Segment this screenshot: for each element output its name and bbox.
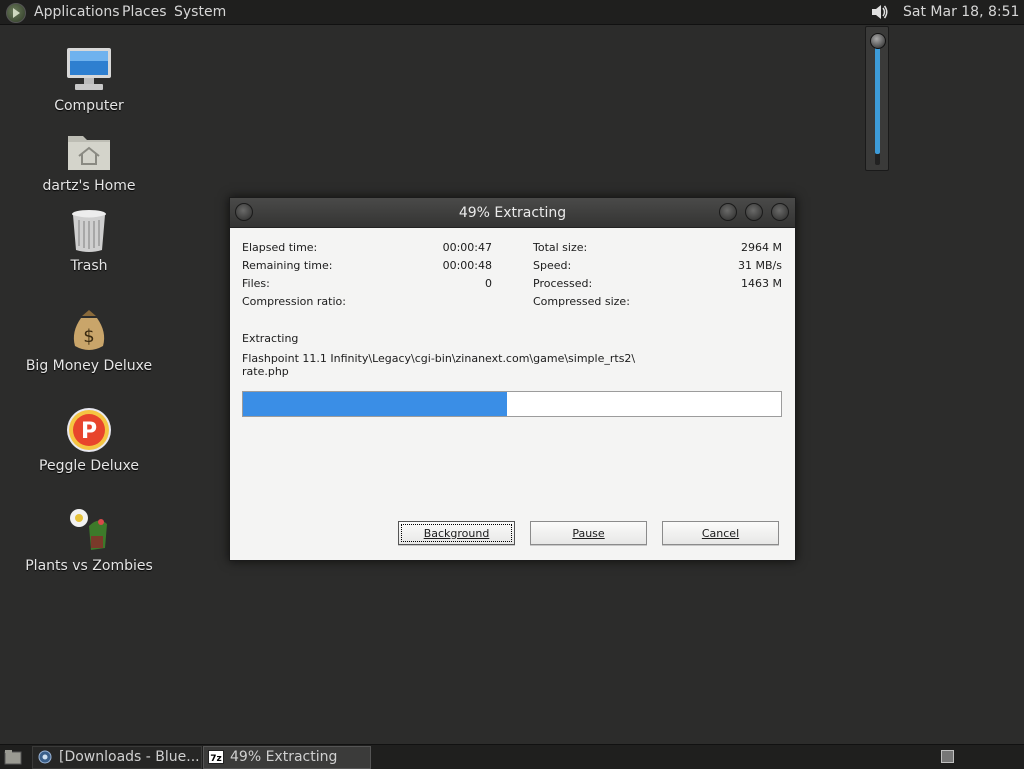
stat-elapsed-time: Elapsed time: 00:00:47 bbox=[242, 241, 492, 255]
stat-value: 00:00:48 bbox=[442, 259, 492, 272]
peggle-icon: P bbox=[67, 408, 111, 452]
stat-label: Files: bbox=[242, 277, 270, 290]
stat-label: Compressed size: bbox=[533, 295, 630, 308]
stat-compression-ratio: Compression ratio: bbox=[242, 295, 492, 309]
stat-files: Files: 0 bbox=[242, 277, 492, 291]
7zip-icon: 7z bbox=[208, 750, 224, 764]
svg-text:$: $ bbox=[83, 326, 94, 347]
desktop-icon-label: Trash bbox=[70, 258, 108, 274]
dialog-title: 49% Extracting bbox=[458, 205, 567, 221]
maximize-icon[interactable] bbox=[745, 203, 763, 221]
desktop-icon-trash[interactable]: Trash bbox=[19, 206, 159, 274]
pause-button[interactable]: Pause bbox=[530, 521, 647, 545]
volume-slider-handle[interactable] bbox=[870, 33, 886, 49]
menu-applications[interactable]: Applications bbox=[34, 4, 120, 20]
desktop-icon-big-money[interactable]: $ Big Money Deluxe bbox=[19, 306, 159, 374]
top-panel: Applications Places System Sat Mar 18, 8… bbox=[0, 0, 1024, 25]
taskbar-item-label: 49% Extracting bbox=[230, 749, 338, 765]
taskbar-item-label: [Downloads - Blue... bbox=[59, 749, 200, 765]
browser-icon bbox=[38, 750, 52, 764]
close-icon[interactable] bbox=[771, 203, 789, 221]
minimize-icon[interactable] bbox=[719, 203, 737, 221]
volume-slider-fill bbox=[875, 47, 880, 154]
extract-progress-fill bbox=[243, 392, 507, 416]
cancel-button[interactable]: Cancel bbox=[662, 521, 779, 545]
desktop: Applications Places System Sat Mar 18, 8… bbox=[0, 0, 1024, 769]
show-desktop-icon[interactable] bbox=[4, 749, 22, 765]
trash-icon bbox=[72, 210, 106, 252]
applications-logo-icon[interactable] bbox=[6, 3, 26, 23]
current-file-name: rate.php bbox=[242, 365, 289, 378]
stat-speed: Speed: 31 MB/s bbox=[533, 259, 782, 273]
extract-progress-dialog: 49% Extracting Elapsed time: 00:00:47 Re… bbox=[229, 197, 796, 561]
volume-slider-popup bbox=[865, 26, 889, 171]
status-label: Extracting bbox=[242, 332, 299, 345]
svg-text:P: P bbox=[81, 419, 97, 444]
desktop-icon-peggle[interactable]: P Peggle Deluxe bbox=[19, 406, 159, 474]
extract-progress-bar bbox=[242, 391, 782, 417]
background-button[interactable]: Background bbox=[398, 521, 515, 545]
dialog-titlebar[interactable]: 49% Extracting bbox=[230, 198, 795, 228]
taskbar-item-extracting[interactable]: 7z 49% Extracting bbox=[203, 746, 371, 769]
stat-compressed-size: Compressed size: bbox=[533, 295, 782, 309]
stat-value: 2964 M bbox=[741, 241, 782, 254]
desktop-icon-label: Plants vs Zombies bbox=[25, 558, 153, 574]
stat-remaining-time: Remaining time: 00:00:48 bbox=[242, 259, 492, 273]
desktop-icon-home[interactable]: dartz's Home bbox=[19, 126, 159, 194]
menu-places[interactable]: Places bbox=[122, 4, 167, 20]
current-file-path: Flashpoint 11.1 Infinity\Legacy\cgi-bin\… bbox=[242, 352, 636, 365]
stat-value: 31 MB/s bbox=[738, 259, 782, 272]
volume-icon[interactable] bbox=[869, 2, 889, 22]
plants-vs-zombies-icon bbox=[70, 509, 107, 550]
bottom-panel: [Downloads - Blue... 7z 49% Extracting bbox=[0, 744, 1024, 769]
svg-text:7z: 7z bbox=[210, 754, 222, 764]
desktop-icon-label: Peggle Deluxe bbox=[39, 458, 139, 474]
desktop-icon-label: dartz's Home bbox=[42, 178, 136, 194]
stat-label: Elapsed time: bbox=[242, 241, 318, 254]
computer-icon bbox=[67, 48, 111, 90]
workspace-switcher[interactable] bbox=[941, 750, 954, 763]
stat-label: Total size: bbox=[533, 241, 588, 254]
stat-label: Speed: bbox=[533, 259, 572, 272]
desktop-icon-label: Big Money Deluxe bbox=[25, 358, 153, 374]
stat-label: Remaining time: bbox=[242, 259, 333, 272]
desktop-icon-computer[interactable]: Computer bbox=[19, 46, 159, 114]
desktop-icon-label: Computer bbox=[54, 98, 124, 114]
clock[interactable]: Sat Mar 18, 8:51 AM bbox=[903, 4, 1024, 20]
stat-label: Processed: bbox=[533, 277, 593, 290]
stat-value: 1463 M bbox=[741, 277, 782, 290]
money-bag-icon: $ bbox=[73, 310, 105, 350]
taskbar-item-downloads[interactable]: [Downloads - Blue... bbox=[32, 746, 202, 769]
stat-label: Compression ratio: bbox=[242, 295, 346, 308]
stat-processed: Processed: 1463 M bbox=[533, 277, 782, 291]
stat-value: 0 bbox=[485, 277, 492, 290]
stat-value: 00:00:47 bbox=[442, 241, 492, 254]
home-folder-icon bbox=[68, 136, 110, 170]
stat-total-size: Total size: 2964 M bbox=[533, 241, 782, 255]
desktop-icon-plants-vs-zombies[interactable]: Plants vs Zombies bbox=[19, 506, 159, 574]
menu-system[interactable]: System bbox=[174, 4, 226, 20]
